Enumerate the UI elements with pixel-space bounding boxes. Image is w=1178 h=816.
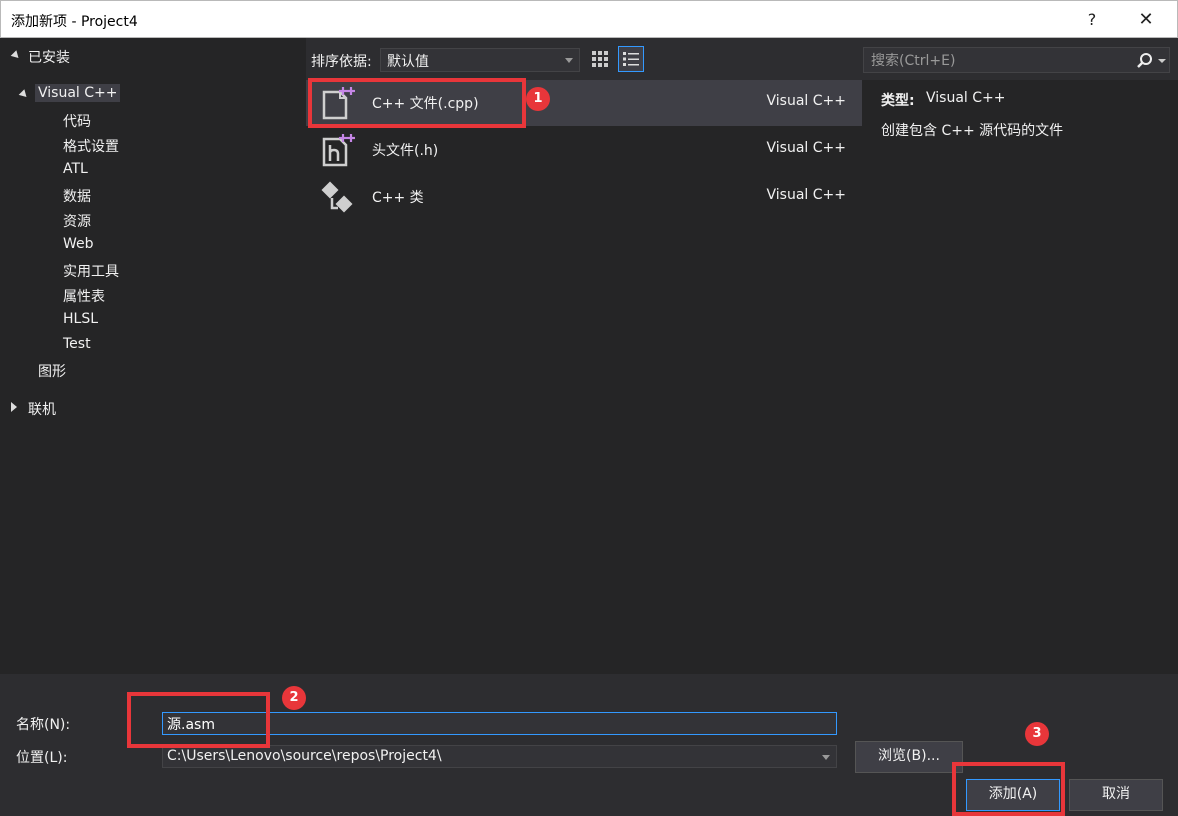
search-input[interactable] <box>865 49 1141 73</box>
annotation-badge-3: 3 <box>1025 722 1049 746</box>
tree-item-formatting[interactable]: 格式设置 <box>63 136 119 156</box>
window-title: 添加新项 - Project4 <box>11 14 138 30</box>
annotation-box-3 <box>952 762 1065 816</box>
close-button[interactable]: ✕ <box>1131 5 1161 35</box>
title-bar: 添加新项 - Project4 ? ✕ <box>0 0 1178 38</box>
search-box <box>863 47 1170 73</box>
sort-label: 排序依据: <box>311 54 372 70</box>
list-view-button[interactable] <box>618 46 644 72</box>
tree-visual-cpp[interactable]: Visual C++ <box>35 84 121 102</box>
annotation-badge-2: 2 <box>282 686 306 710</box>
tree-item-hlsl[interactable]: HLSL <box>63 311 98 327</box>
tree-item-utility[interactable]: 实用工具 <box>63 261 119 281</box>
annotation-box-2 <box>127 692 270 748</box>
item-language: Visual C++ <box>766 140 846 156</box>
item-language: Visual C++ <box>766 93 846 109</box>
tree-item-test[interactable]: Test <box>63 336 91 352</box>
expanded-arrow-icon[interactable] <box>18 89 30 100</box>
collapsed-arrow-icon[interactable] <box>11 402 17 412</box>
header-file-icon <box>322 134 355 167</box>
browse-button[interactable]: 浏览(B)... <box>855 741 963 773</box>
name-label: 名称(N): <box>16 717 71 733</box>
search-icon[interactable] <box>1136 52 1154 70</box>
location-dropdown[interactable]: C:\Users\Lenovo\source\repos\Project4\ <box>162 745 837 768</box>
tree-item-code[interactable]: 代码 <box>63 111 91 131</box>
expanded-arrow-icon[interactable] <box>10 50 22 61</box>
annotation-badge-1: 1 <box>526 87 550 111</box>
search-options-arrow-icon[interactable] <box>1158 59 1166 63</box>
help-button[interactable]: ? <box>1077 5 1107 35</box>
item-language: Visual C++ <box>766 187 846 203</box>
tree-item-web[interactable]: Web <box>63 236 94 252</box>
template-list: C++ 文件(.cpp) Visual C++ 头文件(.h) Visual C… <box>306 80 862 674</box>
cancel-button[interactable]: 取消 <box>1069 779 1163 811</box>
list-item-header-file[interactable]: 头文件(.h) Visual C++ <box>306 127 862 173</box>
template-tree: 已安装 Visual C++ 代码 格式设置 ATL 数据 资源 Web 实用工… <box>0 38 306 674</box>
dropdown-arrow-icon <box>565 58 573 63</box>
tree-online[interactable]: 联机 <box>28 399 56 419</box>
details-panel: 类型: Visual C++ 创建包含 C++ 源代码的文件 <box>862 80 1178 674</box>
annotation-box-1 <box>308 78 526 128</box>
item-label: 头文件(.h) <box>372 143 439 159</box>
sort-value: 默认值 <box>387 54 429 70</box>
item-description: 创建包含 C++ 源代码的文件 <box>881 123 1064 139</box>
tree-installed[interactable]: 已安装 <box>28 47 70 67</box>
cpp-class-icon <box>321 181 353 213</box>
list-item-cpp-class[interactable]: C++ 类 Visual C++ <box>306 174 862 220</box>
tree-item-resource[interactable]: 资源 <box>63 211 91 231</box>
grid-view-button[interactable] <box>589 48 611 70</box>
tree-graphics[interactable]: 图形 <box>38 361 66 381</box>
location-label: 位置(L): <box>16 750 68 766</box>
grid-view-icon <box>592 51 608 67</box>
list-view-icon <box>623 52 639 66</box>
location-value: C:\Users\Lenovo\source\repos\Project4\ <box>167 748 442 764</box>
type-value: Visual C++ <box>926 90 1006 106</box>
dropdown-arrow-icon <box>822 755 830 760</box>
item-label: C++ 类 <box>372 190 424 206</box>
type-label: 类型: <box>881 93 915 109</box>
tree-item-atl[interactable]: ATL <box>63 161 88 177</box>
sort-dropdown[interactable]: 默认值 <box>380 48 580 72</box>
tree-item-property-sheet[interactable]: 属性表 <box>63 286 105 306</box>
tree-item-data[interactable]: 数据 <box>63 186 91 206</box>
